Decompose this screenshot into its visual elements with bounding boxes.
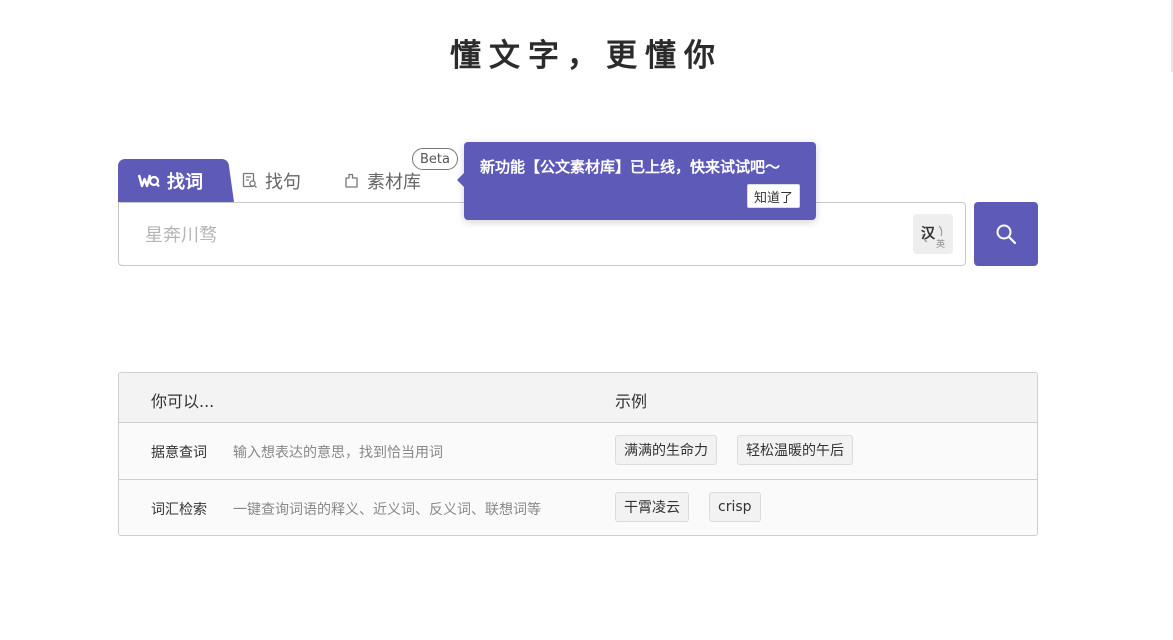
sentence-search-icon: [242, 172, 257, 188]
example-chip[interactable]: 干霄凌云: [615, 492, 689, 522]
table-header: 你可以... 示例: [119, 373, 1037, 423]
new-feature-tooltip: 新功能【公文素材库】已上线，快来试试吧～ 知道了: [457, 142, 816, 220]
tab-label: 素材库: [367, 171, 421, 193]
example-chip[interactable]: 轻松温暖的午后: [737, 435, 853, 465]
row-feature-desc: 输入想表达的意思，找到恰当用词: [233, 445, 443, 461]
example-chips: 满满的生命力 轻松温暖的午后: [615, 435, 853, 465]
table-row: 据意查词 输入想表达的意思，找到恰当用词 满满的生命力 轻松温暖的午后: [119, 423, 1037, 480]
material-library-icon: [345, 173, 358, 188]
row-feature-desc: 一键查询词语的释义、近义词、反义词、联想词等: [233, 502, 541, 518]
example-chip[interactable]: crisp: [709, 492, 761, 522]
search-button[interactable]: [974, 202, 1038, 266]
tab-material-library[interactable]: 素材库: [344, 159, 421, 202]
usage-table: 你可以... 示例 据意查词 输入想表达的意思，找到恰当用词 满满的生命力 轻松…: [118, 372, 1038, 536]
header-you-can: 你可以...: [151, 392, 215, 411]
example-chip[interactable]: 满满的生命力: [615, 435, 717, 465]
search-icon: [996, 224, 1017, 245]
language-toggle-button[interactable]: 汉 英: [913, 214, 953, 254]
row-feature-name: 词汇检索: [151, 502, 207, 518]
toggle-main-label: 汉: [921, 226, 935, 242]
hero-title: 懂文字，更懂你: [450, 38, 723, 74]
got-it-button[interactable]: 知道了: [746, 184, 800, 208]
tab-find-sentence[interactable]: 找句: [242, 159, 301, 202]
beta-badge: Beta: [412, 148, 458, 170]
tooltip-text: 新功能【公文素材库】已上线，快来试试吧～: [480, 158, 781, 176]
table-row: 词汇检索 一键查询词语的释义、近义词、反义词、联想词等 干霄凌云 crisp: [119, 480, 1037, 535]
tab-label: 找词: [167, 171, 203, 193]
example-chips: 干霄凌云 crisp: [615, 492, 761, 522]
row-feature-name: 据意查词: [151, 445, 207, 461]
word-search-icon: [138, 174, 160, 187]
tab-find-word[interactable]: 找词: [118, 159, 223, 202]
tab-label: 找句: [265, 171, 301, 193]
toggle-sub-label: 英: [936, 240, 946, 250]
header-examples: 示例: [615, 392, 648, 411]
